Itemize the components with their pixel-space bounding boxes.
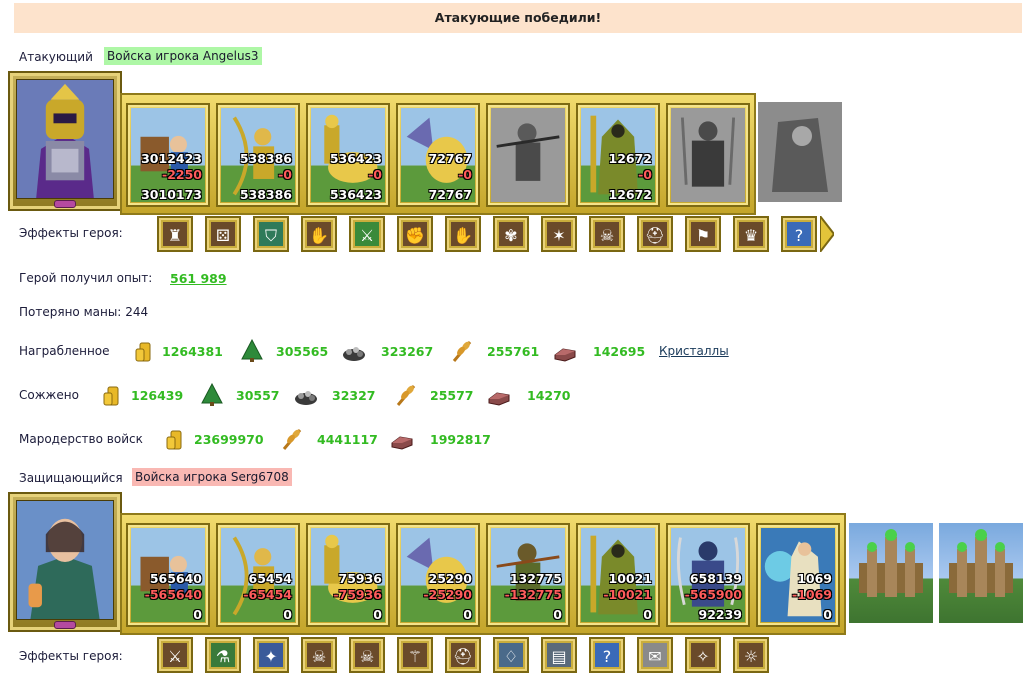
burned-value: 14270 bbox=[527, 388, 571, 403]
attacker-unit-pegasus[interactable]: 72767 -0 72767 bbox=[396, 103, 480, 207]
defender-unit-knight-rider[interactable]: 75936 -75936 0 bbox=[306, 523, 390, 627]
hand-shield-icon[interactable]: ✋ bbox=[301, 216, 337, 252]
defender-label: Защищающийся bbox=[19, 471, 123, 485]
scroll-icon[interactable]: ✉ bbox=[637, 637, 673, 673]
skull-icon[interactable]: ☠ bbox=[301, 637, 337, 673]
defender-unit-mage[interactable]: 1069 -1069 0 bbox=[756, 523, 840, 627]
attacker-unit-peasant-cart[interactable]: 3012423 -2250 3010173 bbox=[126, 103, 210, 207]
looting-value: 1992817 bbox=[430, 432, 491, 447]
defender-hero-portrait[interactable] bbox=[8, 492, 122, 632]
xp-label: Герой получил опыт: bbox=[19, 271, 153, 285]
defender-unit-peasant-cart[interactable]: 565640 -565640 0 bbox=[126, 523, 210, 627]
defender-unit-strip: 565640 -565640 0 65454 -65454 0 75936 -7… bbox=[120, 513, 846, 635]
looting-label: Мародерство войск bbox=[19, 432, 143, 446]
burned-value: 32327 bbox=[332, 388, 376, 403]
burned-value: 126439 bbox=[131, 388, 184, 403]
attacker-hero-portrait[interactable] bbox=[8, 71, 122, 211]
helmet-icon[interactable]: ⛑ bbox=[445, 637, 481, 673]
defender-tower-2[interactable] bbox=[939, 523, 1023, 623]
plundered-value: 323267 bbox=[381, 344, 434, 359]
plundered-value: 255761 bbox=[487, 344, 540, 359]
gold-icon bbox=[100, 383, 124, 407]
wheat-icon bbox=[450, 339, 474, 363]
potion-icon[interactable]: ⚗ bbox=[205, 637, 241, 673]
crystal-icon[interactable]: ✦ bbox=[253, 637, 289, 673]
defender-effects-label: Эффекты героя: bbox=[19, 649, 123, 663]
burned-label: Сожжено bbox=[19, 388, 79, 402]
fortress-icon[interactable]: ♜ bbox=[157, 216, 193, 252]
stone-icon bbox=[390, 427, 414, 451]
ore-icon bbox=[342, 339, 366, 363]
wheat-icon bbox=[280, 427, 304, 451]
amulet-icon[interactable]: ♢ bbox=[493, 637, 529, 673]
skull-ball-icon[interactable]: ☠ bbox=[349, 637, 385, 673]
burned-value: 30557 bbox=[236, 388, 280, 403]
attacker-unit-crossbowman-gray[interactable] bbox=[486, 103, 570, 207]
defender-unit-pegasus[interactable]: 25290 -25290 0 bbox=[396, 523, 480, 627]
sword-icon[interactable]: ⚔ bbox=[349, 216, 385, 252]
xp-value[interactable]: 561 989 bbox=[170, 271, 227, 286]
banner-icon[interactable]: ⚑ bbox=[685, 216, 721, 252]
defender-player-tag[interactable]: Войска игрока Serg6708 bbox=[132, 468, 292, 486]
effects-next-arrow-icon[interactable] bbox=[820, 216, 834, 252]
attacker-player-tag[interactable]: Войска игрока Angelus3 bbox=[104, 47, 262, 65]
staff-icon[interactable]: ⚚ bbox=[397, 637, 433, 673]
shield-icon[interactable]: ⛉ bbox=[253, 216, 289, 252]
crystals-link[interactable]: Кристаллы bbox=[659, 344, 729, 358]
helmet-gold-icon[interactable]: ⛑ bbox=[637, 216, 673, 252]
gold-icon bbox=[132, 339, 156, 363]
sword-gold-icon[interactable]: ⚔ bbox=[157, 637, 193, 673]
wood-icon bbox=[200, 382, 224, 407]
torch-gold-icon[interactable]: ✶ bbox=[541, 216, 577, 252]
question-icon[interactable]: ? bbox=[781, 216, 817, 252]
defender-unit-priest[interactable]: 10021 -10021 0 bbox=[576, 523, 660, 627]
stone-icon bbox=[553, 339, 577, 363]
attacker-unit-warrior-gray[interactable] bbox=[666, 103, 750, 207]
attacker-unit-strip: 3012423 -2250 3010173 538386 -0 538386 5… bbox=[120, 93, 756, 215]
defender-tower-1[interactable] bbox=[849, 523, 933, 623]
plundered-value: 1264381 bbox=[162, 344, 223, 359]
wheat-icon bbox=[394, 383, 418, 407]
dice-icon[interactable]: ⚄ bbox=[205, 216, 241, 252]
looting-value: 4441117 bbox=[317, 432, 378, 447]
sun-shield-icon[interactable]: ☼ bbox=[733, 637, 769, 673]
handshake-icon[interactable]: ✊ bbox=[397, 216, 433, 252]
skull-gold-icon[interactable]: ☠ bbox=[589, 216, 625, 252]
ore-icon bbox=[294, 383, 318, 407]
plundered-value: 305565 bbox=[276, 344, 329, 359]
defender-unit-crossbowman[interactable]: 132775 -132775 0 bbox=[486, 523, 570, 627]
defender-unit-swordsman[interactable]: 658139 -565900 92239 bbox=[666, 523, 750, 627]
burned-value: 25577 bbox=[430, 388, 474, 403]
battle-result-banner: Атакующие победили! bbox=[14, 3, 1022, 33]
plundered-label: Награбленное bbox=[19, 344, 110, 358]
attacker-unit-priest[interactable]: 12672 -0 12672 bbox=[576, 103, 660, 207]
wand-icon[interactable]: ✧ bbox=[685, 637, 721, 673]
armor-icon[interactable]: ▤ bbox=[541, 637, 577, 673]
wood-icon bbox=[240, 338, 264, 363]
attacker-unit-archer[interactable]: 538386 -0 538386 bbox=[216, 103, 300, 207]
attacker-label: Атакующий bbox=[19, 50, 93, 64]
looting-value: 23699970 bbox=[194, 432, 264, 447]
plundered-value: 142695 bbox=[593, 344, 646, 359]
treasure-icon[interactable]: ♛ bbox=[733, 216, 769, 252]
attacker-unit-knight-rider[interactable]: 536423 -0 536423 bbox=[306, 103, 390, 207]
mana-label: Потеряно маны: 244 bbox=[19, 305, 149, 319]
shell-icon[interactable]: ✾ bbox=[493, 216, 529, 252]
mana-value: 244 bbox=[125, 305, 149, 319]
gold-icon bbox=[163, 427, 187, 451]
stone-icon bbox=[487, 383, 511, 407]
defender-unit-archer[interactable]: 65454 -65454 0 bbox=[216, 523, 300, 627]
attacker-unit-gray-monk[interactable] bbox=[758, 102, 842, 202]
hand-magic-icon[interactable]: ✋ bbox=[445, 216, 481, 252]
question-icon[interactable]: ? bbox=[589, 637, 625, 673]
attacker-effects-label: Эффекты героя: bbox=[19, 226, 123, 240]
